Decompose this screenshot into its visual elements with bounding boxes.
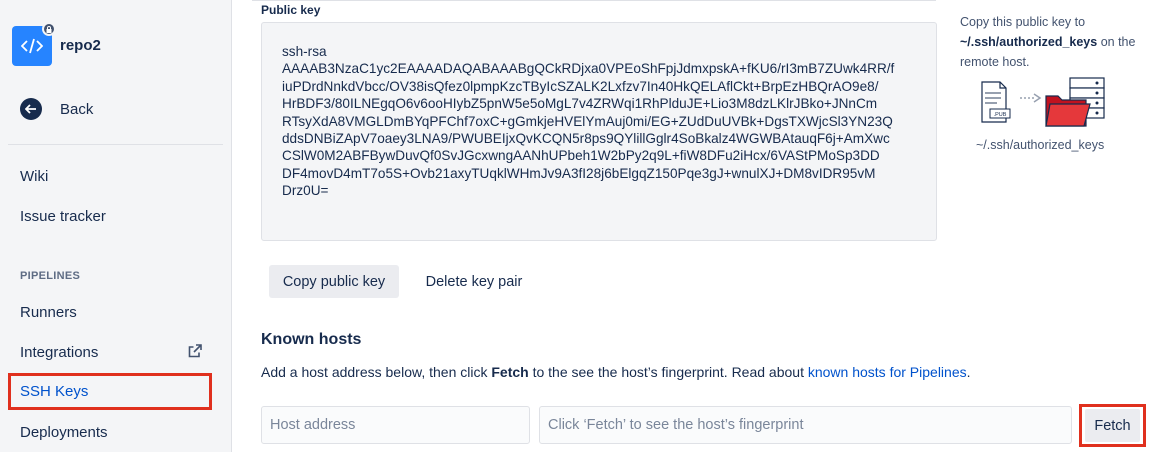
top-divider bbox=[252, 0, 936, 1]
fingerprint-placeholder: Click ‘Fetch’ to see the host’s fingerpr… bbox=[548, 417, 804, 433]
main-content: Public key ssh-rsa AAAAB3NzaC1yc2EAAAADA… bbox=[232, 0, 1150, 452]
desc-text: . bbox=[966, 364, 971, 380]
key-transfer-illustration: .PUB bbox=[981, 77, 1105, 127]
pub-file-icon: .PUB bbox=[981, 81, 1011, 123]
external-link-icon bbox=[188, 344, 202, 358]
sidebar-divider bbox=[8, 144, 223, 145]
code-icon bbox=[21, 38, 43, 54]
sidebar-item-label: Integrations bbox=[20, 343, 99, 361]
fingerprint-field[interactable]: Click ‘Fetch’ to see the host’s fingerpr… bbox=[539, 406, 1072, 444]
delete-key-pair-button[interactable]: Delete key pair bbox=[414, 265, 534, 298]
lock-icon bbox=[42, 22, 56, 36]
public-key-line: ssh-rsa bbox=[282, 44, 327, 59]
known-hosts-link[interactable]: known hosts for Pipelines bbox=[808, 364, 967, 380]
sidebar: repo2 Back Wiki Issue tracker PIPELINES … bbox=[0, 0, 232, 452]
sidebar-item-issue-tracker[interactable]: Issue tracker bbox=[8, 198, 218, 234]
svg-text:.PUB: .PUB bbox=[994, 112, 1007, 118]
back-label: Back bbox=[60, 100, 94, 118]
help-text-part: Copy this public key to bbox=[960, 15, 1086, 29]
copy-public-key-button[interactable]: Copy public key bbox=[269, 265, 399, 298]
fetch-button-label: Fetch bbox=[1085, 409, 1140, 442]
public-key-line: iuPDrdNnkdVbcc/OV38isQfez0lpmpKzcTByIcSZ… bbox=[282, 78, 879, 94]
sidebar-item-label: Deployments bbox=[20, 423, 108, 441]
pipelines-heading: PIPELINES bbox=[20, 270, 81, 282]
host-address-placeholder: Host address bbox=[270, 417, 356, 433]
public-key-box[interactable]: ssh-rsa AAAAB3NzaC1yc2EAAAADAQABAAABgQCk… bbox=[261, 22, 937, 241]
fetch-button[interactable]: Fetch bbox=[1079, 404, 1146, 447]
sidebar-item-label: SSH Keys bbox=[20, 383, 89, 400]
sidebar-item-deployments[interactable]: Deployments bbox=[8, 414, 218, 450]
help-path: ~/.ssh/authorized_keys bbox=[960, 35, 1098, 49]
folder-icon bbox=[1045, 95, 1091, 127]
sidebar-item-label: Runners bbox=[20, 303, 77, 321]
desc-bold: Fetch bbox=[491, 364, 529, 380]
help-text: Copy this public key to ~/.ssh/authorize… bbox=[960, 12, 1140, 72]
public-key-line: RTsyXdA8VMGLDmBYqPFChf7oxC+gGmkjeHVElYmA… bbox=[282, 113, 893, 129]
public-key-line: AAAAB3NzaC1yc2EAAAADAQABAAABgQCkRDjxa0VP… bbox=[282, 61, 895, 77]
arrow-icon bbox=[1020, 93, 1042, 103]
sidebar-item-ssh-keys[interactable]: SSH Keys bbox=[8, 373, 212, 410]
back-arrow-icon bbox=[20, 98, 42, 120]
public-key-line: CSlW0M2ABFBywDuvQf0SvJGcxwngAANhUPbeh1W2… bbox=[282, 148, 880, 164]
known-hosts-description: Add a host address below, then click Fet… bbox=[261, 364, 971, 380]
sidebar-item-integrations[interactable]: Integrations bbox=[8, 334, 218, 370]
public-key-line: HrBDF3/80ILNEgqO6v6ooHIybZ5pnW5e5oMgL7v4… bbox=[282, 96, 878, 112]
public-key-line: Drz0U= bbox=[282, 183, 329, 199]
sidebar-item-runners[interactable]: Runners bbox=[8, 294, 218, 330]
public-key-line: ddsDNBiZApV7oaey3LNA9/PWUBEIjxQvKCQN5r8p… bbox=[282, 131, 890, 147]
public-key-label: Public key bbox=[261, 3, 321, 17]
public-key-text: ssh-rsa AAAAB3NzaC1yc2EAAAADAQABAAABgQCk… bbox=[282, 43, 916, 200]
repo-name[interactable]: repo2 bbox=[60, 37, 101, 54]
desc-text: to the see the host’s fingerprint. Read … bbox=[528, 364, 808, 380]
sidebar-item-label: Wiki bbox=[20, 167, 49, 185]
known-hosts-title: Known hosts bbox=[261, 331, 362, 348]
sidebar-item-label: Issue tracker bbox=[20, 207, 106, 225]
desc-text: Add a host address below, then click bbox=[261, 364, 492, 380]
help-caption: ~/.ssh/authorized_keys bbox=[976, 138, 1105, 152]
host-address-input[interactable]: Host address bbox=[261, 406, 530, 444]
back-button[interactable]: Back bbox=[20, 98, 93, 120]
sidebar-item-wiki[interactable]: Wiki bbox=[8, 158, 218, 194]
public-key-line: DF4movD4mT7o5S+Ovb21axyTUqklWHmJv9A3fI28… bbox=[282, 165, 876, 181]
